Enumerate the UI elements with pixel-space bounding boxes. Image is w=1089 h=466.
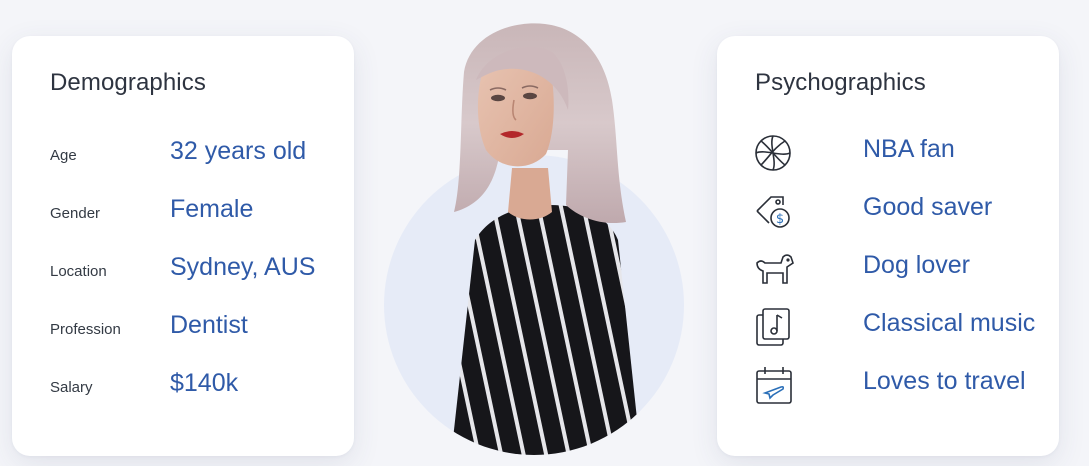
location-value: Sydney, AUS	[170, 253, 316, 281]
psychographic-row-music: Classical music	[717, 307, 1059, 347]
demographics-title: Demographics	[50, 69, 206, 96]
music-note-icon	[753, 307, 795, 347]
loves-to-travel-value: Loves to travel	[863, 367, 1026, 395]
demographic-row-profession: Profession Dentist	[12, 309, 354, 349]
age-value: 32 years old	[170, 137, 307, 165]
psychographic-row-dog: Dog lover	[717, 249, 1059, 289]
salary-label: Salary	[50, 379, 93, 396]
demographic-row-location: Location Sydney, AUS	[12, 251, 354, 291]
price-tag-dollar-icon: $	[753, 191, 795, 231]
persona-portrait	[384, 23, 684, 455]
psychographic-row-travel: Loves to travel	[717, 365, 1059, 405]
gender-value: Female	[170, 195, 254, 223]
location-label: Location	[50, 263, 107, 280]
classical-music-value: Classical music	[863, 309, 1036, 337]
demographic-row-salary: Salary $140k	[12, 367, 354, 407]
demographics-card: Demographics Age 32 years old Gender Fem…	[12, 36, 354, 456]
psychographics-card: Psychographics NBA fan $ Good saver Dog …	[717, 36, 1059, 456]
neck	[508, 168, 552, 220]
psychographic-row-saver: $ Good saver	[717, 191, 1059, 231]
calendar-plane-icon	[753, 365, 795, 405]
basketball-icon	[753, 133, 795, 173]
psychographics-title: Psychographics	[755, 69, 926, 96]
salary-value: $140k	[170, 369, 239, 397]
demographic-row-gender: Gender Female	[12, 193, 354, 233]
profession-value: Dentist	[170, 311, 248, 339]
left-eye	[491, 94, 505, 102]
age-label: Age	[50, 147, 77, 164]
psychographic-row-nba: NBA fan	[717, 133, 1059, 173]
dog-icon	[753, 249, 795, 289]
demographic-row-age: Age 32 years old	[12, 135, 354, 175]
dog-lover-value: Dog lover	[863, 251, 970, 279]
gender-label: Gender	[50, 205, 101, 222]
profession-label: Profession	[50, 321, 121, 338]
svg-text:$: $	[776, 212, 784, 227]
nba-fan-value: NBA fan	[863, 135, 955, 163]
good-saver-value: Good saver	[863, 193, 993, 221]
right-eye	[523, 92, 537, 100]
striped-shirt	[450, 205, 642, 455]
